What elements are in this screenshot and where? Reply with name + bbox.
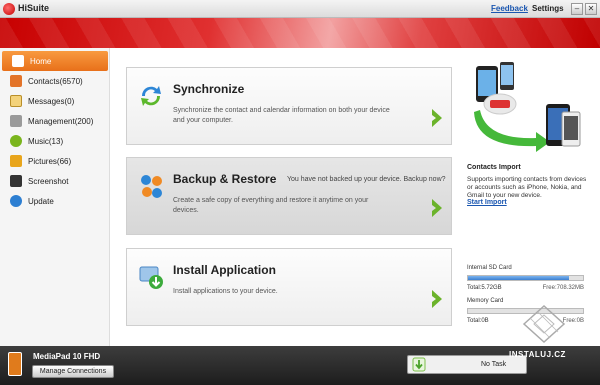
sidebar-item-label: Screenshot (28, 176, 69, 186)
sidebar-item-screenshot[interactable]: Screenshot (0, 171, 110, 191)
device-icon (8, 352, 22, 376)
sidebar-item-music[interactable]: Music(13) (0, 131, 110, 151)
header-banner (0, 18, 600, 48)
feedback-link[interactable]: Feedback (491, 4, 528, 13)
internal-sd-free: Free:708.32MB (542, 285, 584, 291)
minimize-button[interactable]: – (571, 3, 583, 15)
contacts-icon (10, 75, 22, 87)
sync-icon (141, 86, 161, 106)
backup-restore-icon (141, 175, 162, 198)
sidebar-item-label: Music(13) (28, 136, 64, 146)
backup-warning-text: You have not backed up your device. Back… (287, 176, 446, 183)
chevron-right-icon (432, 109, 442, 127)
messages-icon (10, 95, 22, 107)
chevron-right-icon (432, 290, 442, 308)
music-icon (10, 135, 22, 147)
memory-card-label: Memory Card (467, 298, 504, 304)
sidebar-item-update[interactable]: Update (0, 191, 110, 211)
contacts-import-illustration-icon (474, 62, 581, 152)
settings-menu[interactable]: Settings (532, 4, 564, 13)
pictures-icon (10, 155, 22, 167)
task-status-label: No Task (481, 361, 507, 368)
backup-restore-card[interactable]: Backup & Restore You have not backed up … (126, 157, 452, 235)
contacts-import-title: Contacts Import (467, 164, 521, 171)
sidebar-item-label: Home (30, 56, 52, 66)
manage-connections-button[interactable]: Manage Connections (32, 365, 114, 378)
internal-sd-total: Total:5.72GB (467, 285, 502, 291)
device-name: MediaPad 10 FHD (33, 352, 101, 361)
synchronize-title: Synchronize (173, 82, 245, 96)
chevron-right-icon (432, 199, 442, 217)
download-arrow-icon (412, 357, 426, 372)
sidebar-item-label: Update (28, 196, 54, 206)
watermark-logo-icon (522, 304, 566, 344)
start-import-link[interactable]: Start Import (467, 199, 507, 206)
contacts-import-description: Supports importing contacts from devices… (467, 176, 587, 199)
internal-sd-usage-fill (468, 276, 570, 280)
title-bar: HiSuite Feedback Settings – ✕ (0, 0, 600, 18)
app-title: HiSuite (18, 3, 50, 13)
sidebar-item-label: Management(200) (28, 116, 94, 126)
sidebar-item-messages[interactable]: Messages(0) (0, 91, 110, 111)
hisuite-logo-icon (3, 3, 15, 15)
update-icon (10, 195, 22, 207)
install-application-card[interactable]: Install Application Install applications… (126, 248, 452, 326)
install-app-icon (139, 266, 163, 289)
backup-restore-title: Backup & Restore (173, 172, 277, 186)
management-icon (10, 115, 22, 127)
install-application-title: Install Application (173, 263, 276, 277)
sidebar-item-home[interactable]: Home (2, 51, 108, 71)
watermark-text: INSTALUJ.CZ (509, 350, 566, 359)
close-button[interactable]: ✕ (585, 3, 597, 15)
synchronize-card[interactable]: Synchronize Synchronize the contact and … (126, 67, 452, 145)
screenshot-icon (10, 175, 22, 187)
home-icon (12, 55, 24, 67)
install-application-description: Install applications to your device. (173, 288, 278, 295)
synchronize-description: Synchronize the contact and calendar inf… (173, 107, 390, 124)
memory-card-total: Total:0B (467, 318, 489, 324)
backup-restore-description: Create a safe copy of everything and res… (173, 197, 369, 214)
sidebar-item-label: Contacts(6570) (28, 76, 83, 86)
sidebar-item-management[interactable]: Management(200) (0, 111, 110, 131)
sidebar-item-contacts[interactable]: Contacts(6570) (0, 71, 110, 91)
sidebar-item-pictures[interactable]: Pictures(66) (0, 151, 110, 171)
sidebar-item-label: Pictures(66) (28, 156, 72, 166)
internal-sd-usage-bar (467, 275, 584, 281)
internal-sd-label: Internal SD Card (467, 265, 512, 271)
sidebar: Home Contacts(6570) Messages(0) Manageme… (0, 48, 110, 346)
sidebar-item-label: Messages(0) (28, 96, 75, 106)
